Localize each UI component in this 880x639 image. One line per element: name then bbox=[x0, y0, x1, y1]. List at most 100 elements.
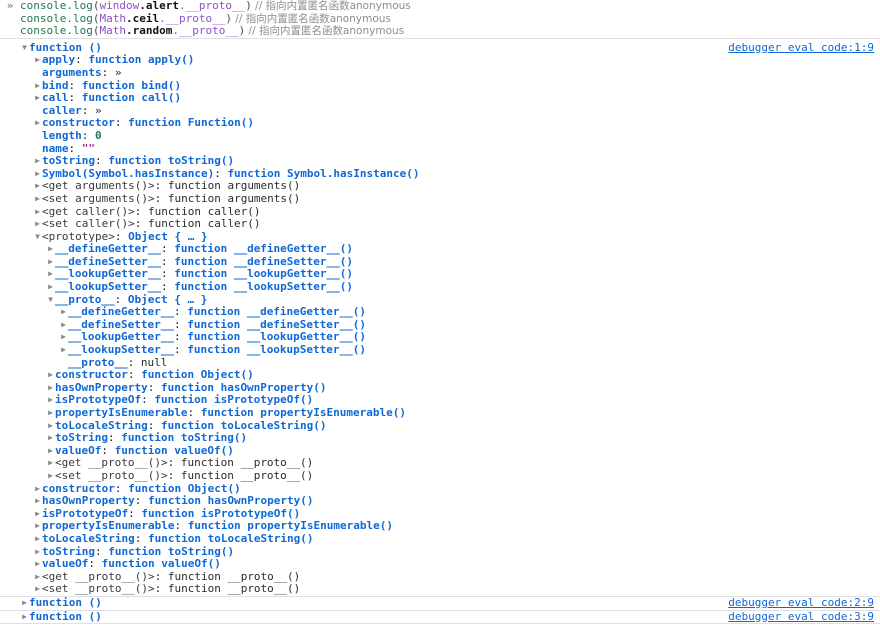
property-key: caller bbox=[42, 103, 82, 117]
property-key: __defineGetter__ bbox=[55, 242, 161, 256]
console-input-echo-group: » console.log(window.alert.__proto__) // … bbox=[0, 0, 880, 39]
twisty-collapsed-icon[interactable]: ▶ bbox=[59, 319, 68, 332]
twisty-expanded-icon[interactable]: ▼ bbox=[46, 294, 55, 307]
twisty-collapsed-icon[interactable]: ▶ bbox=[46, 243, 55, 256]
property-separator: : bbox=[154, 582, 168, 596]
prompt-chevron-icon: » bbox=[6, 0, 14, 12]
twisty-collapsed-icon[interactable]: ▶ bbox=[46, 407, 55, 420]
property-separator: : bbox=[167, 456, 181, 470]
twisty-collapsed-icon[interactable]: ▶ bbox=[33, 168, 42, 181]
twisty-collapsed-icon[interactable]: ▶ bbox=[33, 558, 42, 571]
twisty-collapsed-icon[interactable]: ▶ bbox=[33, 206, 42, 219]
twisty-collapsed-icon[interactable]: ▶ bbox=[46, 369, 55, 382]
twisty-collapsed-icon[interactable]: ▶ bbox=[33, 80, 42, 93]
twisty-collapsed-icon[interactable]: ▶ bbox=[33, 583, 42, 596]
twisty-collapsed-icon[interactable]: ▶ bbox=[33, 533, 42, 546]
code-token-obj: .__proto__ bbox=[159, 11, 226, 25]
twisty-collapsed-icon[interactable]: ▶ bbox=[46, 268, 55, 281]
source-location-link[interactable]: debugger eval code:2:9 bbox=[728, 596, 874, 610]
object-tree: ▼ function () ▶ apply: function apply() argu… bbox=[0, 40, 880, 596]
twisty-collapsed-icon[interactable]: ▶ bbox=[33, 155, 42, 168]
property-value: function caller() bbox=[147, 217, 261, 231]
object-tree-node[interactable]: ▶ constructor: function Function() bbox=[0, 117, 880, 130]
property-value: function toLocaleString() bbox=[147, 531, 314, 545]
property-separator: : bbox=[114, 229, 129, 243]
twisty-collapsed-icon[interactable]: ▶ bbox=[46, 432, 55, 445]
property-separator: : bbox=[173, 317, 188, 331]
twisty-collapsed-icon[interactable]: ▶ bbox=[33, 54, 42, 67]
property-separator: : bbox=[101, 443, 115, 457]
code-token-obj: Math bbox=[99, 11, 126, 25]
property-value: function __proto__() bbox=[167, 569, 301, 583]
property-key: __defineGetter__ bbox=[68, 305, 174, 319]
property-value: Object { … } bbox=[127, 292, 208, 306]
twisty-collapsed-icon[interactable]: ▶ bbox=[33, 495, 42, 508]
twisty-collapsed-icon[interactable]: ▶ bbox=[46, 281, 55, 294]
twisty-collapsed-icon[interactable]: ▶ bbox=[33, 571, 42, 584]
property-key: toString bbox=[42, 544, 95, 558]
object-tree-node[interactable]: ▶ <set __proto__()>: function __proto__() bbox=[0, 583, 880, 596]
source-location-link[interactable]: debugger eval code:1:9 bbox=[728, 41, 874, 55]
object-tree-node[interactable]: length: 0 bbox=[0, 128, 880, 143]
twisty-collapsed-icon[interactable]: ▶ bbox=[33, 483, 42, 496]
property-key: function () bbox=[29, 40, 102, 54]
twisty-collapsed-icon[interactable]: ▶ bbox=[46, 420, 55, 433]
twisty-collapsed-icon[interactable]: ▶ bbox=[46, 256, 55, 269]
twisty-collapsed-icon[interactable]: ▶ bbox=[46, 445, 55, 458]
property-key: toString bbox=[42, 154, 95, 168]
property-value: function __defineSetter__() bbox=[187, 317, 367, 331]
twisty-collapsed-icon[interactable]: ▶ bbox=[59, 331, 68, 344]
object-tree-node[interactable]: ▶ call: function call() bbox=[0, 91, 880, 105]
twisty-collapsed-icon[interactable]: ▶ bbox=[59, 344, 68, 357]
twisty-expanded-icon[interactable]: ▼ bbox=[20, 42, 29, 55]
property-value: null bbox=[140, 355, 168, 369]
console-input-line[interactable]: »console.log(Math.random.__proto__) // 指… bbox=[0, 24, 880, 38]
property-key: valueOf bbox=[42, 557, 89, 571]
twisty-collapsed-icon[interactable]: ▶ bbox=[33, 546, 42, 559]
twisty-collapsed-icon[interactable]: ▶ bbox=[33, 520, 42, 533]
property-key: propertyIsEnumerable bbox=[42, 519, 175, 533]
property-separator: : bbox=[114, 481, 129, 495]
twisty-collapsed-icon[interactable]: ▶ bbox=[46, 394, 55, 407]
property-key: bind bbox=[42, 78, 69, 92]
twisty-expanded-icon[interactable]: ▼ bbox=[33, 231, 42, 244]
property-separator: : bbox=[134, 531, 148, 545]
twisty-collapsed-icon[interactable]: ▶ bbox=[33, 193, 42, 206]
twisty-collapsed-icon[interactable]: ▶ bbox=[33, 92, 42, 105]
code-token-punc: ) bbox=[225, 11, 232, 25]
property-key: constructor bbox=[55, 368, 128, 382]
property-key: length bbox=[42, 128, 82, 142]
property-key: __lookupGetter__ bbox=[68, 330, 174, 344]
twisty-collapsed-icon[interactable]: ▶ bbox=[33, 218, 42, 231]
property-key: <set __proto__()> bbox=[55, 468, 168, 482]
property-value: function caller() bbox=[147, 204, 261, 218]
property-separator: : bbox=[114, 292, 128, 306]
property-key: function () bbox=[29, 609, 102, 623]
object-tree-node[interactable]: ▶ apply: function apply() bbox=[0, 54, 880, 67]
property-value: function propertyIsEnumerable() bbox=[187, 519, 394, 533]
property-value: function __proto__() bbox=[180, 456, 314, 470]
property-separator: : bbox=[68, 78, 82, 92]
property-key: __lookupSetter__ bbox=[55, 280, 161, 294]
property-separator: : bbox=[160, 254, 175, 268]
property-value: function call() bbox=[81, 91, 182, 105]
twisty-collapsed-icon[interactable]: ▶ bbox=[59, 306, 68, 319]
twisty-collapsed-icon[interactable]: ▶ bbox=[33, 117, 42, 130]
property-key: __proto__ bbox=[55, 292, 115, 306]
source-location-link[interactable]: debugger eval code:3:9 bbox=[728, 610, 874, 624]
twisty-collapsed-icon[interactable]: ▶ bbox=[20, 597, 29, 610]
code-token-fn: console.log bbox=[20, 11, 93, 25]
twisty-collapsed-icon[interactable]: ▶ bbox=[20, 611, 29, 624]
property-separator: : bbox=[154, 191, 168, 205]
twisty-collapsed-icon[interactable]: ▶ bbox=[46, 457, 55, 470]
property-value: function Object() bbox=[141, 368, 254, 382]
property-separator: : bbox=[173, 330, 188, 344]
twisty-collapsed-icon[interactable]: ▶ bbox=[33, 180, 42, 193]
property-separator: : bbox=[187, 406, 201, 419]
property-key: __lookupSetter__ bbox=[68, 343, 174, 357]
twisty-collapsed-icon[interactable]: ▶ bbox=[46, 382, 55, 395]
property-separator: : bbox=[107, 431, 122, 445]
property-key: <set arguments()> bbox=[42, 191, 155, 205]
property-value: function Function() bbox=[128, 116, 254, 130]
twisty-collapsed-icon[interactable]: ▶ bbox=[33, 508, 42, 521]
